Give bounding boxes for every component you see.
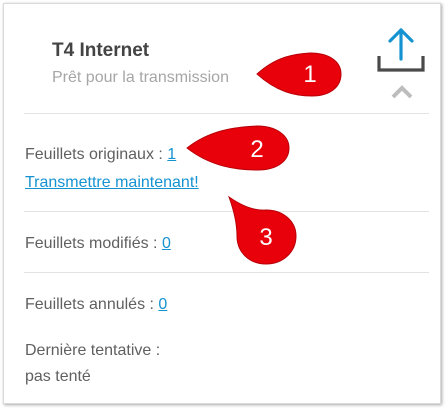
card-title: T4 Internet (52, 40, 150, 61)
callout-marker-1: 1 (256, 52, 342, 97)
divider (24, 113, 429, 114)
transmit-row: Transmettre maintenant! (25, 174, 199, 192)
chevron-up-icon (391, 85, 413, 99)
transmit-now-link[interactable]: Transmettre maintenant! (25, 174, 199, 191)
upload-button[interactable] (376, 26, 426, 76)
original-sheets-row: Feuillets originaux : 1 (25, 146, 176, 164)
original-sheets-label: Feuillets originaux : (25, 146, 168, 163)
cancelled-sheets-label: Feuillets annulés : (25, 296, 159, 313)
modified-sheets-row: Feuillets modifiés : 0 (25, 235, 171, 253)
status-text: Prêt pour la transmission (52, 69, 229, 86)
callout-number-3: 3 (259, 224, 272, 251)
original-sheets-count-link[interactable]: 1 (167, 146, 176, 163)
callout-number-2: 2 (250, 136, 263, 163)
modified-sheets-label: Feuillets modifiés : (25, 235, 162, 252)
callout-marker-3: 3 (227, 195, 297, 265)
t4-internet-card: T4 Internet Prêt pour la transmission Fe… (3, 3, 441, 404)
modified-sheets-count-link[interactable]: 0 (162, 235, 171, 252)
last-attempt-value: pas tenté (25, 368, 91, 385)
cancelled-sheets-row: Feuillets annulés : 0 (25, 296, 167, 314)
callout-number-1: 1 (303, 61, 316, 88)
divider (24, 272, 429, 273)
upload-icon (377, 28, 425, 72)
cancelled-sheets-count-link[interactable]: 0 (158, 296, 167, 313)
last-attempt-label: Dernière tentative : (25, 342, 161, 359)
callout-marker-2: 2 (186, 125, 290, 171)
collapse-button[interactable] (390, 84, 414, 100)
